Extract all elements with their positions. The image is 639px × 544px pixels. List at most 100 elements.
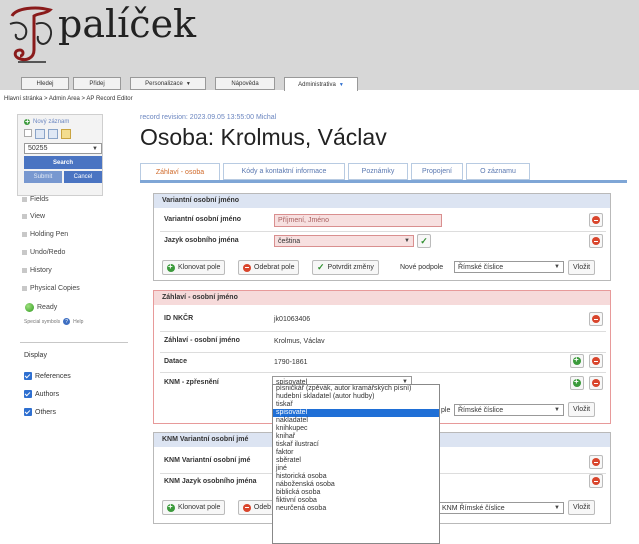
delete-knm-language-button[interactable] <box>589 474 603 488</box>
chevron-down-icon: ▼ <box>404 238 410 244</box>
tab-propojeni[interactable]: Propojení <box>411 163 463 180</box>
add-datace-button[interactable] <box>570 354 584 368</box>
chevron-down-icon: ▼ <box>92 145 98 152</box>
field-value: jk01063406 <box>274 316 311 323</box>
option-label: Others <box>35 408 57 416</box>
field-label: Záhlaví - osobní jméno <box>164 337 240 344</box>
nav-pridej[interactable]: Přidej <box>73 77 121 90</box>
divider <box>160 331 606 332</box>
chevron-down-icon: ▼ <box>554 505 560 511</box>
checkbox-checked-icon[interactable] <box>24 408 32 416</box>
menu-history[interactable]: History <box>22 267 52 274</box>
dropdown-option[interactable]: knihař <box>273 433 439 441</box>
confirm-language-button[interactable]: ✓ <box>417 234 431 248</box>
submit-button[interactable]: Submit <box>24 171 62 183</box>
clone-field-button[interactable]: Klonovat pole <box>162 260 226 275</box>
submit-label: Submit <box>33 174 53 180</box>
plus-icon <box>167 262 175 272</box>
subfield-select[interactable]: Římské číslice ▼ <box>454 261 564 273</box>
status-label: Ready <box>37 304 58 311</box>
minus-icon <box>592 477 600 485</box>
nav-personalizace[interactable]: Personalizace ▼ <box>130 77 206 90</box>
menu-physical-copies[interactable]: Physical Copies <box>22 285 80 292</box>
dropdown-option[interactable]: faktor <box>273 449 439 457</box>
dropdown-option[interactable]: sběratel <box>273 457 439 465</box>
breadcrumb: Hlavní stránka > Admin Area > AP Record … <box>4 96 133 102</box>
nav-administrativa[interactable]: Administrativa ▼ <box>284 77 358 91</box>
confirm-changes-button[interactable]: ✓ Potvrdit změny <box>312 260 379 275</box>
menu-fields[interactable]: Fields <box>22 196 49 203</box>
delete-language-button[interactable] <box>589 234 603 248</box>
checkmark-icon: ✓ <box>420 235 428 246</box>
subfield-select[interactable]: Římské číslice ▼ <box>454 404 564 416</box>
clone-field-button[interactable]: Klonovat pole <box>162 500 226 515</box>
dropdown-option[interactable]: neurčená osoba <box>273 505 439 513</box>
special-symbols-link[interactable]: Special symbols <box>24 319 60 325</box>
knm-subfield-select[interactable]: KNM Římské číslice ▼ <box>438 502 564 514</box>
new-record-label: Nový záznam <box>33 119 70 125</box>
button-label: Potvrdit změny <box>327 264 374 271</box>
help-link[interactable]: Help <box>73 319 83 325</box>
tab-o-zaznamu[interactable]: O záznamu <box>466 163 530 180</box>
search-button[interactable]: Search <box>24 156 102 169</box>
menu-label: Undo/Redo <box>30 249 66 256</box>
insert-button[interactable]: Vložit <box>568 500 596 515</box>
dropdown-option[interactable]: biblická osoba <box>273 489 439 497</box>
menu-view[interactable]: View <box>22 213 45 220</box>
new-record-link[interactable]: Nový záznam <box>24 117 70 126</box>
dropdown-option[interactable]: fiktivní osoba <box>273 497 439 505</box>
dropdown-option[interactable]: písničkář (zpěvák, autor kramářských pís… <box>273 385 439 393</box>
copy-icon[interactable] <box>48 129 58 139</box>
cancel-button[interactable]: Cancel <box>64 171 102 183</box>
search-label: Search <box>52 159 73 166</box>
tab-poznamky[interactable]: Poznámky <box>348 163 408 180</box>
menu-label: Holding Pen <box>30 231 69 238</box>
insert-button[interactable]: Vložit <box>568 402 596 417</box>
dropdown-option[interactable]: jiné <box>273 465 439 473</box>
delete-knm-variant-button[interactable] <box>589 455 603 469</box>
chevron-down-icon: ▼ <box>554 264 560 270</box>
section-heading: Variantní osobní jméno <box>154 194 610 208</box>
dropdown-option[interactable]: nakladatel <box>273 417 439 425</box>
remove-field-button[interactable]: Odebrat pole <box>238 260 300 275</box>
display-authors[interactable]: Authors <box>24 390 59 398</box>
delete-variant-name-button[interactable] <box>589 213 603 227</box>
dropdown-option[interactable]: hudební skladatel (autor hudby) <box>273 393 439 401</box>
delete-knm-button[interactable] <box>589 376 603 390</box>
checkbox-checked-icon[interactable] <box>24 390 32 398</box>
record-id-field[interactable]: 50255 ▼ <box>24 143 102 154</box>
delete-datace-button[interactable] <box>589 354 603 368</box>
button-label: Klonovat pole <box>178 264 221 271</box>
knm-dropdown-list[interactable]: písničkář (zpěvák, autor kramářských pís… <box>272 384 440 544</box>
dropdown-option[interactable]: knihkupec <box>273 425 439 433</box>
minus-icon <box>592 379 600 387</box>
field-label: Jazyk osobního jména <box>164 237 239 244</box>
menu-holding-pen[interactable]: Holding Pen <box>22 231 68 238</box>
tab-label: Kódy a kontaktní informace <box>241 168 327 175</box>
add-knm-button[interactable] <box>570 376 584 390</box>
dropdown-option[interactable]: náboženská osoba <box>273 481 439 489</box>
page-icon[interactable] <box>35 129 45 139</box>
checkbox-checked-icon[interactable] <box>24 372 32 380</box>
language-select[interactable]: čeština ▼ <box>274 235 414 247</box>
menu-undo-redo[interactable]: Undo/Redo <box>22 249 65 256</box>
bullet-icon <box>22 250 27 255</box>
variant-name-input[interactable]: Příjmení, Jméno <box>274 214 442 227</box>
checkbox-icon[interactable] <box>24 129 32 137</box>
tab-zahlavi-osoba[interactable]: Záhlaví - osoba <box>140 163 220 181</box>
nav-napoveda[interactable]: Nápověda <box>215 77 275 90</box>
nav-hledej[interactable]: Hledej <box>21 77 69 90</box>
display-references[interactable]: References <box>24 372 71 380</box>
remove-field-button[interactable]: Odeb <box>238 500 276 515</box>
delete-id-button[interactable] <box>589 312 603 326</box>
dropdown-option[interactable]: historická osoba <box>273 473 439 481</box>
insert-button[interactable]: Vložit <box>568 260 596 275</box>
dropdown-option[interactable]: tiskař ilustrací <box>273 441 439 449</box>
tab-kody[interactable]: Kódy a kontaktní informace <box>223 163 345 180</box>
dropdown-option-selected[interactable]: spisovatel <box>273 409 439 417</box>
display-others[interactable]: Others <box>24 408 56 416</box>
folder-icon[interactable] <box>61 129 71 139</box>
special-symbols-row: Special symbols ? Help <box>24 318 83 325</box>
help-icon[interactable]: ? <box>63 318 71 325</box>
dropdown-option[interactable]: tiskař <box>273 401 439 409</box>
